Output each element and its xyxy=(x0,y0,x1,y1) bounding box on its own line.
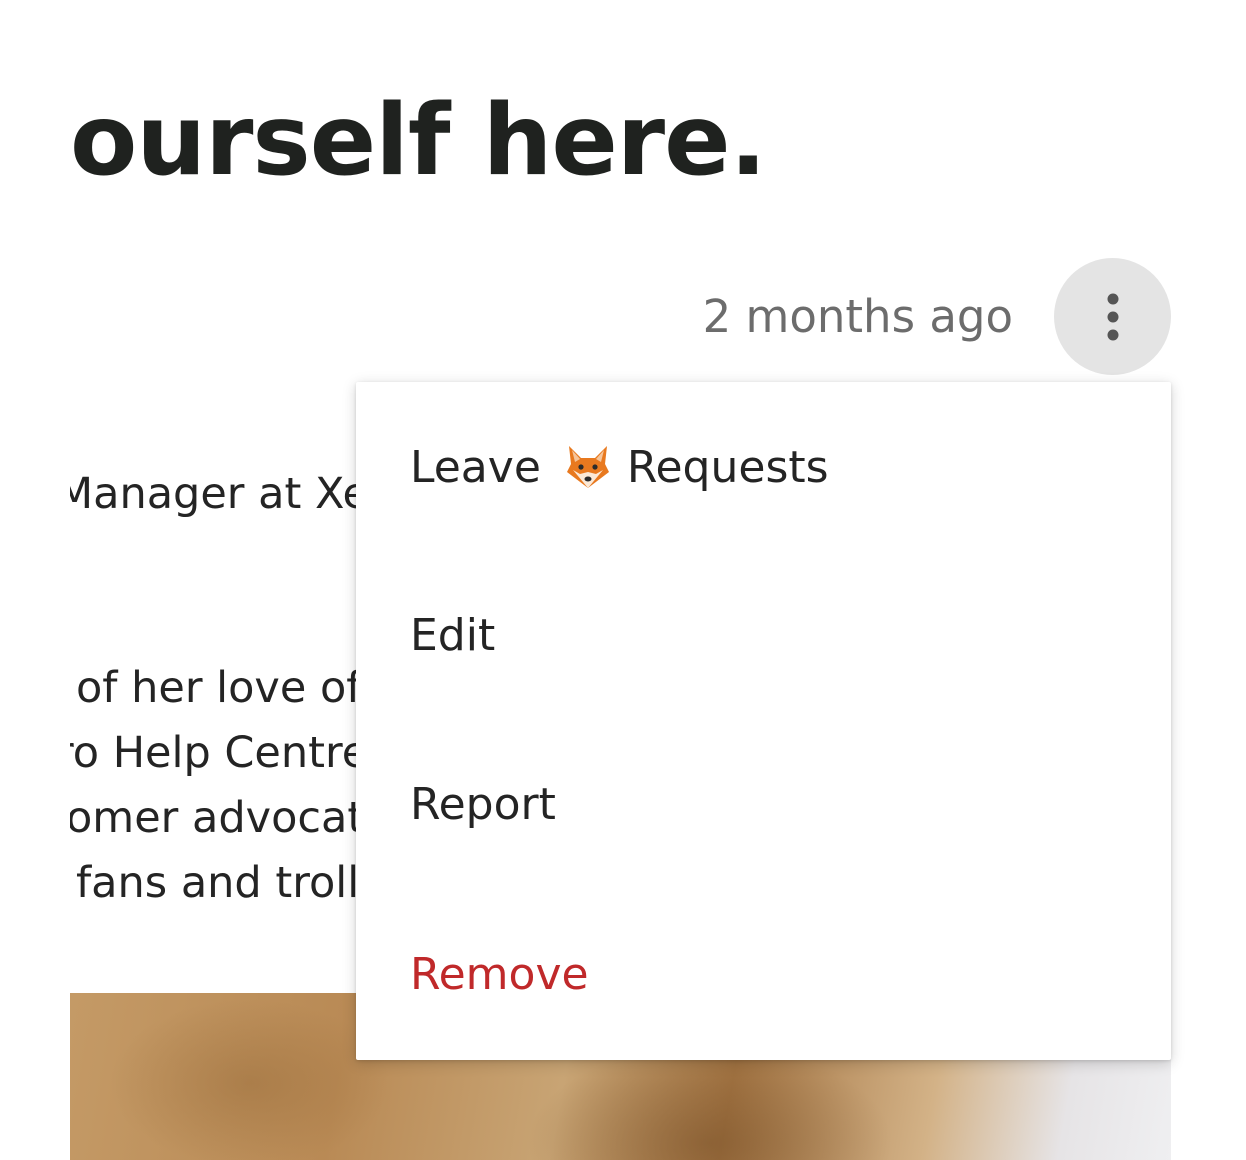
page: ourself here. 2 months ago Manager at Xe… xyxy=(0,0,1246,1160)
more-options-button[interactable] xyxy=(1054,258,1171,375)
options-menu: Leave Requests Edit Report Remove xyxy=(356,382,1171,1060)
menu-item-label: Leave xyxy=(410,441,541,493)
menu-item-label: Requests xyxy=(626,441,829,493)
menu-item-leave-requests[interactable]: Leave Requests xyxy=(356,417,1171,517)
menu-item-report[interactable]: Report xyxy=(356,754,1171,854)
author-role: Manager at Xe xyxy=(70,462,358,527)
menu-item-edit[interactable]: Edit xyxy=(356,585,1171,685)
bio-line: ro Help Centre xyxy=(70,728,358,778)
author-bio: of her love of ro Help Centre omer advoc… xyxy=(70,656,358,916)
fox-face-icon xyxy=(566,446,609,488)
menu-item-label: Remove xyxy=(410,948,589,1000)
page-title: ourself here. xyxy=(70,84,767,198)
menu-item-remove[interactable]: Remove xyxy=(356,924,1171,1024)
author-role-text: Manager at Xe xyxy=(70,469,358,519)
bio-line: of her love of xyxy=(76,663,358,713)
post-timestamp: 2 months ago xyxy=(702,290,1013,343)
menu-item-label: Edit xyxy=(410,609,496,661)
menu-item-label: Report xyxy=(410,778,556,830)
bio-line: omer advocat xyxy=(70,793,358,843)
bio-line: fans and troll xyxy=(76,858,358,908)
vertical-dots-icon xyxy=(1107,293,1118,340)
